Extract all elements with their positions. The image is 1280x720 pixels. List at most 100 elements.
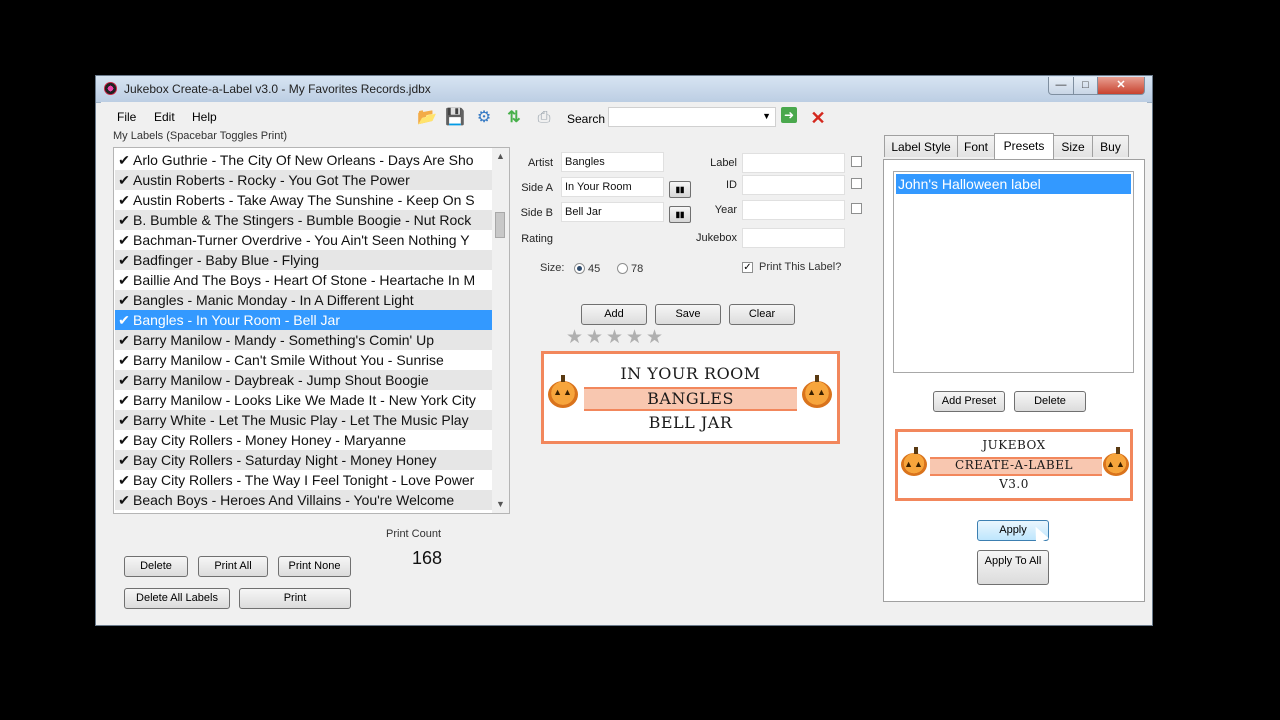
tab-buy[interactable]: Buy — [1092, 135, 1129, 157]
size-45-radio[interactable] — [574, 263, 585, 274]
checkmark-icon[interactable]: ✔ — [115, 270, 133, 290]
pumpkin-right-icon: ▲▲ — [802, 375, 832, 408]
tab-label-style[interactable]: Label Style — [884, 135, 958, 157]
checkmark-icon[interactable]: ✔ — [115, 230, 133, 250]
labels-list[interactable]: ✔ Arlo Guthrie - The City Of New Orleans … — [113, 147, 510, 514]
label-checkbox[interactable] — [851, 156, 862, 167]
tab-presets[interactable]: Presets — [994, 133, 1054, 159]
checkmark-icon[interactable]: ✔ — [115, 430, 133, 450]
rating-star-2-icon[interactable]: ★ — [586, 326, 603, 349]
list-item-text: Bangles - In Your Room - Bell Jar — [133, 312, 340, 328]
scroll-down-icon[interactable]: ▼ — [492, 496, 509, 513]
search-combobox[interactable]: ▼ — [608, 107, 776, 127]
list-item[interactable]: ✔ Arlo Guthrie - The City Of New Orleans … — [115, 150, 492, 170]
maximize-button[interactable]: □ — [1073, 77, 1098, 95]
tab-font[interactable]: Font — [957, 135, 995, 157]
list-item[interactable]: ✔ Barry Manilow - Mandy - Something's Com… — [115, 330, 492, 350]
delete-button[interactable]: Delete — [124, 556, 188, 577]
list-item[interactable]: ✔ Austin Roberts - Take Away The Sunshine… — [115, 190, 492, 210]
scroll-up-icon[interactable]: ▲ — [492, 148, 509, 165]
add-button[interactable]: Add — [581, 304, 647, 325]
tab-size[interactable]: Size — [1053, 135, 1093, 157]
scroll-thumb[interactable] — [495, 212, 505, 238]
list-item[interactable]: ✔ Bangles - Manic Monday - In A Different… — [115, 290, 492, 310]
print-count-label: Print Count — [386, 528, 442, 540]
save-icon[interactable]: 💾 — [445, 108, 465, 128]
checkmark-icon[interactable]: ✔ — [115, 170, 133, 190]
menu-edit[interactable]: Edit — [154, 110, 175, 124]
list-item[interactable]: ✔ Bay City Rollers - Money Honey - Maryan… — [115, 430, 492, 450]
rating-star-5-icon[interactable]: ★ — [646, 326, 663, 349]
checkmark-icon[interactable]: ✔ — [115, 290, 133, 310]
id-checkbox[interactable] — [851, 178, 862, 189]
checkmark-icon[interactable]: ✔ — [115, 450, 133, 470]
print-button[interactable]: Print — [239, 588, 351, 609]
list-item[interactable]: ✔ Bachman-Turner Overdrive - You Ain't Se… — [115, 230, 492, 250]
delete-all-labels-button[interactable]: Delete All Labels — [124, 588, 230, 609]
open-folder-icon[interactable]: 📂 — [417, 108, 437, 128]
printer-icon[interactable]: ⎙ — [534, 108, 554, 128]
year-checkbox[interactable] — [851, 203, 862, 214]
title-bar[interactable]: Jukebox Create-a-Label v3.0 - My Favorit… — [96, 76, 1152, 103]
list-item-text: Beach Boys - Heroes And Villains - You'r… — [133, 492, 455, 508]
delete-preset-button[interactable]: Delete — [1014, 391, 1086, 412]
checkmark-icon[interactable]: ✔ — [115, 390, 133, 410]
jukebox-field[interactable] — [742, 228, 845, 248]
menu-file[interactable]: File — [117, 110, 136, 124]
swap-side-b-button[interactable]: ▮▮ — [669, 206, 691, 223]
print-this-label-checkbox[interactable]: ✓ — [742, 262, 753, 273]
checkmark-icon[interactable]: ✔ — [115, 310, 133, 330]
list-item[interactable]: ✔ Bay City Rollers - Saturday Night - Mon… — [115, 450, 492, 470]
go-arrow-icon[interactable]: ➜ — [781, 107, 797, 123]
id-field[interactable] — [742, 175, 845, 195]
presets-list[interactable]: John's Halloween label — [893, 171, 1134, 373]
checkmark-icon[interactable]: ✔ — [115, 350, 133, 370]
size-78-radio[interactable] — [617, 263, 628, 274]
print-all-button[interactable]: Print All — [198, 556, 268, 577]
apply-to-all-button[interactable]: Apply To All — [977, 550, 1049, 585]
list-item[interactable]: ✔ Austin Roberts - Rocky - You Got The Po… — [115, 170, 492, 190]
checkmark-icon[interactable]: ✔ — [115, 210, 133, 230]
list-item[interactable]: ✔ Barry Manilow - Looks Like We Made It -… — [115, 390, 492, 410]
menu-help[interactable]: Help — [192, 110, 217, 124]
list-item[interactable]: ✔ Barry Manilow - Daybreak - Jump Shout B… — [115, 370, 492, 390]
rating-star-1-icon[interactable]: ★ — [566, 326, 583, 349]
checkmark-icon[interactable]: ✔ — [115, 150, 133, 170]
rating-star-3-icon[interactable]: ★ — [606, 326, 623, 349]
list-item[interactable]: ✔ Barry White - Let The Music Play - Let … — [115, 410, 492, 430]
settings-gear-icon[interactable]: ⚙ — [474, 108, 494, 128]
year-field[interactable] — [742, 200, 845, 220]
rating-label: Rating — [521, 233, 553, 245]
label-field[interactable] — [742, 153, 845, 173]
minimize-button[interactable]: — — [1048, 77, 1074, 95]
save-button[interactable]: Save — [655, 304, 721, 325]
checkmark-icon[interactable]: ✔ — [115, 330, 133, 350]
checkmark-icon[interactable]: ✔ — [115, 250, 133, 270]
list-item[interactable]: ✔ Badfinger - Baby Blue - Flying — [115, 250, 492, 270]
list-item[interactable]: ✔ Bangles - In Your Room - Bell Jar — [115, 310, 492, 330]
side-b-field[interactable]: Bell Jar — [561, 202, 664, 222]
clear-button[interactable]: Clear — [729, 304, 795, 325]
preset-item[interactable]: John's Halloween label — [896, 174, 1131, 194]
checkmark-icon[interactable]: ✔ — [115, 370, 133, 390]
list-item[interactable]: ✔ Barry Manilow - Can't Smile Without You… — [115, 350, 492, 370]
artist-field[interactable]: Bangles — [561, 152, 664, 172]
list-item[interactable]: ✔ Baillie And The Boys - Heart Of Stone -… — [115, 270, 492, 290]
add-preset-button[interactable]: Add Preset — [933, 391, 1005, 412]
red-x-icon[interactable]: ✕ — [808, 108, 828, 128]
checkmark-icon[interactable]: ✔ — [115, 490, 133, 510]
list-item[interactable]: ✔ B. Bumble & The Stingers - Bumble Boogi… — [115, 210, 492, 230]
print-none-button[interactable]: Print None — [278, 556, 351, 577]
rating-star-4-icon[interactable]: ★ — [626, 326, 643, 349]
side-a-field[interactable]: In Your Room — [561, 177, 664, 197]
chevron-down-icon[interactable]: ▼ — [762, 111, 771, 121]
list-item[interactable]: ✔ Beach Boys - Heroes And Villains - You'… — [115, 490, 492, 510]
list-scrollbar[interactable]: ▲ ▼ — [492, 148, 509, 513]
checkmark-icon[interactable]: ✔ — [115, 410, 133, 430]
swap-side-a-button[interactable]: ▮▮ — [669, 181, 691, 198]
sort-arrows-icon[interactable]: ⇅ — [504, 108, 524, 128]
checkmark-icon[interactable]: ✔ — [115, 190, 133, 210]
checkmark-icon[interactable]: ✔ — [115, 470, 133, 490]
close-button[interactable]: ✕ — [1097, 77, 1145, 95]
list-item[interactable]: ✔ Bay City Rollers - The Way I Feel Tonig… — [115, 470, 492, 490]
